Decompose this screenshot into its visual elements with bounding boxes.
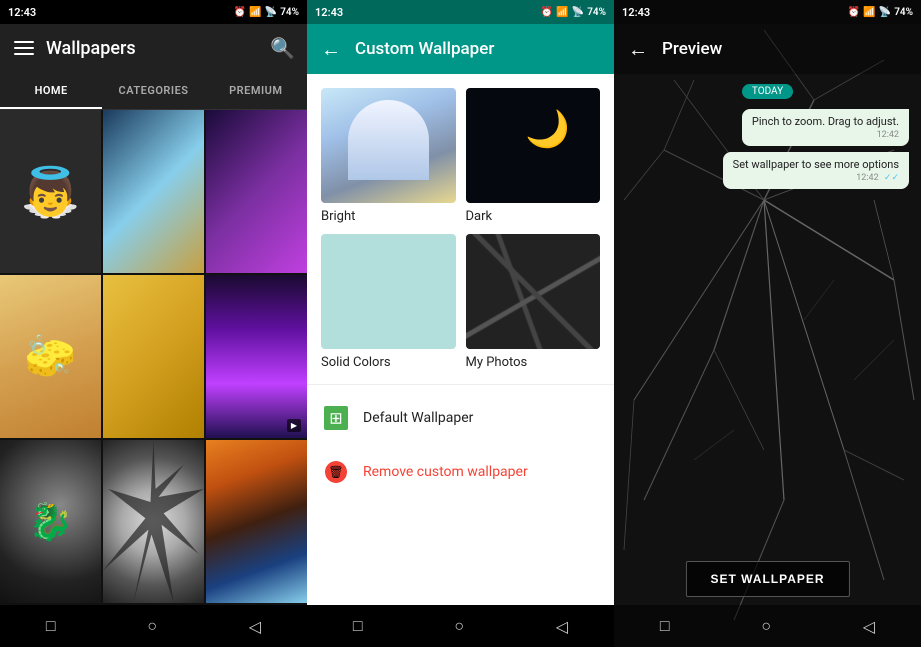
toolbar-title-2: Custom Wallpaper bbox=[355, 39, 494, 59]
menu-items: Default Wallpaper Remove custom wallpape… bbox=[307, 384, 614, 505]
wallpaper-thumb-4[interactable] bbox=[0, 275, 101, 438]
nav-circle-3[interactable]: ○ bbox=[753, 608, 779, 644]
signal-icon-2: 📶 bbox=[556, 7, 568, 18]
tab-home[interactable]: HOME bbox=[0, 72, 102, 109]
hamburger-line-2 bbox=[14, 47, 34, 49]
status-icons-1: ⏰ 📶 📡 74% bbox=[234, 7, 299, 18]
alarm-icon: ⏰ bbox=[234, 7, 246, 18]
time-1: 12:43 bbox=[8, 6, 36, 19]
status-bar-2: 12:43 ⏰ 📶 📡 74% bbox=[307, 0, 614, 24]
back-button-2[interactable]: ← bbox=[321, 37, 341, 62]
alarm-icon-2: ⏰ bbox=[541, 7, 553, 18]
nav-square-1[interactable]: □ bbox=[38, 608, 64, 644]
remove-icon-box bbox=[325, 461, 347, 483]
nav-back-1[interactable]: ◁ bbox=[241, 609, 269, 644]
crack-overlay bbox=[103, 440, 204, 603]
option-solid[interactable]: Solid Colors bbox=[321, 234, 456, 370]
menu-item-remove[interactable]: Remove custom wallpaper bbox=[307, 445, 614, 499]
menu-icon[interactable] bbox=[12, 39, 36, 57]
nav-back-2[interactable]: ◁ bbox=[548, 609, 576, 644]
battery-icon: 74% bbox=[280, 7, 299, 18]
toolbar-2: ← Custom Wallpaper bbox=[307, 24, 614, 74]
double-checkmark: ✓✓ bbox=[884, 173, 899, 183]
option-label-solid: Solid Colors bbox=[321, 355, 456, 370]
toolbar-title-3: Preview bbox=[662, 39, 722, 59]
nav-bar-1: □ ○ ◁ bbox=[0, 605, 307, 647]
thumb-dark bbox=[466, 88, 601, 203]
option-dark[interactable]: Dark bbox=[466, 88, 601, 224]
menu-item-default-label: Default Wallpaper bbox=[363, 410, 473, 426]
thumb-photos bbox=[466, 234, 601, 349]
nav-circle-1[interactable]: ○ bbox=[139, 608, 165, 644]
time-2: 12:43 bbox=[315, 6, 343, 19]
thumb-solid bbox=[321, 234, 456, 349]
app-title: Wallpapers bbox=[46, 38, 260, 59]
signal-icon: 📶 bbox=[249, 7, 261, 18]
menu-item-default[interactable]: Default Wallpaper bbox=[307, 391, 614, 445]
status-icons-2: ⏰ 📶 📡 74% bbox=[541, 7, 606, 18]
option-label-photos: My Photos bbox=[466, 355, 601, 370]
back-button-3[interactable]: ← bbox=[628, 37, 648, 62]
option-bright[interactable]: Bright bbox=[321, 88, 456, 224]
time-3: 12:43 bbox=[622, 6, 650, 19]
battery-icon-3: 74% bbox=[894, 7, 913, 18]
toolbar-3: ← Preview bbox=[614, 24, 921, 74]
panel-wallpapers: 12:43 ⏰ 📶 📡 74% Wallpapers 🔍 HOME CATEGO… bbox=[0, 0, 307, 647]
wifi-icon: 📡 bbox=[265, 7, 277, 18]
option-photos[interactable]: My Photos bbox=[466, 234, 601, 370]
nav-back-3[interactable]: ◁ bbox=[855, 609, 883, 644]
set-wallpaper-button[interactable]: SET WALLPAPER bbox=[685, 561, 849, 597]
chat-text-1: Pinch to zoom. Drag to adjust. bbox=[752, 115, 899, 128]
chat-time-1: 12:42 bbox=[752, 130, 899, 140]
default-wallpaper-icon bbox=[323, 405, 349, 431]
wallpaper-thumb-6[interactable] bbox=[206, 275, 307, 438]
chat-time-2: 12:42 ✓✓ bbox=[733, 173, 899, 183]
wallpaper-thumb-7[interactable] bbox=[0, 440, 101, 603]
nav-square-2[interactable]: □ bbox=[345, 608, 371, 644]
wallpaper-thumb-8[interactable] bbox=[103, 440, 204, 603]
signal-icon-3: 📶 bbox=[863, 7, 875, 18]
nav-circle-2[interactable]: ○ bbox=[446, 608, 472, 644]
chat-bubble-1: Pinch to zoom. Drag to adjust. 12:42 bbox=[742, 109, 909, 146]
wallpaper-thumb-2[interactable] bbox=[103, 110, 204, 273]
panel-preview: 12:43 ⏰ 📶 📡 74% ← Preview TODAY Pinch to… bbox=[614, 0, 921, 647]
chat-text-2: Set wallpaper to see more options bbox=[733, 158, 899, 171]
status-icons-3: ⏰ 📶 📡 74% bbox=[848, 7, 913, 18]
status-bar-1: 12:43 ⏰ 📶 📡 74% bbox=[0, 0, 307, 24]
chat-bubble-2: Set wallpaper to see more options 12:42 … bbox=[723, 152, 909, 189]
wallpaper-grid bbox=[0, 110, 307, 605]
thumb-bright bbox=[321, 88, 456, 203]
wallpaper-thumb-3[interactable] bbox=[206, 110, 307, 273]
status-bar-3: 12:43 ⏰ 📶 📡 74% bbox=[614, 0, 921, 24]
nav-bar-2: □ ○ ◁ bbox=[307, 605, 614, 647]
toolbar-1: Wallpapers 🔍 bbox=[0, 24, 307, 72]
battery-icon-2: 74% bbox=[587, 7, 606, 18]
panel-custom-wallpaper: 12:43 ⏰ 📶 📡 74% ← Custom Wallpaper Brigh… bbox=[307, 0, 614, 647]
tab-premium[interactable]: PREMIUM bbox=[205, 72, 307, 109]
option-label-dark: Dark bbox=[466, 209, 601, 224]
tab-bar: HOME CATEGORIES PREMIUM bbox=[0, 72, 307, 110]
remove-wallpaper-icon bbox=[323, 459, 349, 485]
wallpaper-thumb-1[interactable] bbox=[0, 110, 101, 273]
hamburger-line-1 bbox=[14, 41, 34, 43]
nav-square-3[interactable]: □ bbox=[652, 608, 678, 644]
chat-date-badge: TODAY bbox=[742, 84, 793, 99]
tab-categories[interactable]: CATEGORIES bbox=[102, 72, 204, 109]
hamburger-line-3 bbox=[14, 53, 34, 55]
crack-lines-thumb bbox=[466, 234, 601, 349]
option-label-bright: Bright bbox=[321, 209, 456, 224]
wifi-icon-2: 📡 bbox=[572, 7, 584, 18]
default-icon-box bbox=[324, 406, 348, 430]
wallpaper-thumb-5[interactable] bbox=[103, 275, 204, 438]
alarm-icon-3: ⏰ bbox=[848, 7, 860, 18]
wifi-icon-3: 📡 bbox=[879, 7, 891, 18]
menu-item-remove-label: Remove custom wallpaper bbox=[363, 464, 528, 480]
wallpaper-options: Bright Dark Solid Colors My Photos bbox=[307, 74, 614, 376]
chat-area: TODAY Pinch to zoom. Drag to adjust. 12:… bbox=[614, 74, 921, 199]
nav-bar-3: □ ○ ◁ bbox=[614, 605, 921, 647]
search-icon[interactable]: 🔍 bbox=[270, 36, 295, 60]
wallpaper-thumb-9[interactable] bbox=[206, 440, 307, 603]
